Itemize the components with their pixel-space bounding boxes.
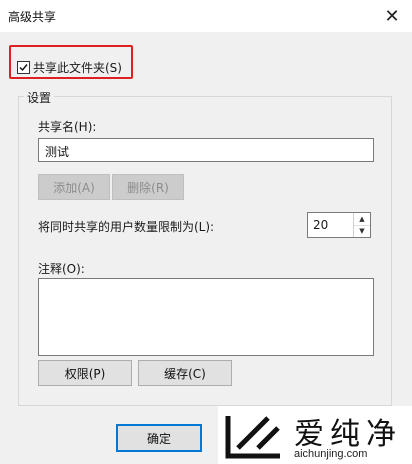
close-icon: ✕ [384,5,400,27]
share-name-input[interactable]: 测试 [38,138,374,162]
comment-label: 注释(O): [38,262,85,276]
title-bar: 高级共享 ✕ [0,0,412,32]
close-button[interactable]: ✕ [380,4,404,28]
caching-button[interactable]: 缓存(C) [138,360,232,386]
ok-button[interactable]: 确定 [116,424,202,452]
share-folder-checkbox[interactable]: 共享此文件夹(S) [17,59,122,76]
chevron-down-icon[interactable]: ▼ [354,225,370,237]
user-limit-label: 将同时共享的用户数量限制为(L): [38,220,215,234]
watermark: 爱纯净 aichunjing.com [218,406,412,464]
add-button[interactable]: 添加(A) [38,174,110,200]
share-folder-label: 共享此文件夹(S) [33,61,122,75]
share-name-label: 共享名(H): [38,120,97,134]
watermark-brand: 爱纯净 [294,417,402,452]
checkbox-box[interactable] [17,61,30,74]
remove-button[interactable]: 删除(R) [112,174,184,200]
window-title: 高级共享 [8,10,57,24]
watermark-url: aichunjing.com [294,448,368,460]
brand-logo-icon [225,416,280,459]
checkmark-icon [19,64,28,72]
settings-group-title: 设置 [24,89,55,106]
user-limit-spinner[interactable]: 20 ▲ ▼ [307,212,371,238]
permissions-button[interactable]: 权限(P) [38,360,132,386]
comment-textarea[interactable] [38,278,374,356]
user-limit-value[interactable]: 20 [313,218,328,232]
spinner-buttons: ▲ ▼ [353,213,370,237]
